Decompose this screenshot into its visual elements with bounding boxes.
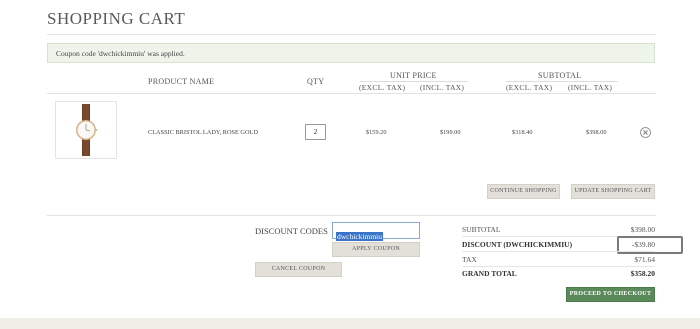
subtotal-divider bbox=[506, 81, 618, 82]
header-sub-incl: (INCL. TAX) bbox=[568, 83, 613, 92]
subtotal-incl: $398.00 bbox=[586, 129, 607, 136]
product-name[interactable]: CLASSIC BRISTOL LADY, ROSE GOLD bbox=[148, 129, 258, 136]
proceed-to-checkout-button[interactable]: PROCEED TO CHECKOUT bbox=[566, 287, 655, 302]
success-message: Coupon code 'dwchickimmiu' was applied. bbox=[47, 43, 655, 63]
subtotal-label: SUBTOTAL bbox=[462, 225, 501, 234]
header-unit-incl: (INCL. TAX) bbox=[420, 83, 465, 92]
header-sub-excl: (EXCL. TAX) bbox=[506, 83, 553, 92]
subtotal-value: $398.00 bbox=[630, 225, 655, 234]
grand-total-value: $358.20 bbox=[630, 269, 655, 278]
discount-code-value: dwchickimmiu bbox=[336, 232, 383, 241]
header-qty: QTY bbox=[307, 77, 325, 86]
unit-price-incl: $199.00 bbox=[440, 129, 461, 136]
tax-label: TAX bbox=[462, 255, 477, 264]
page-footer bbox=[0, 318, 700, 329]
tax-value: $71.64 bbox=[634, 255, 655, 264]
apply-coupon-button[interactable]: APPLY COUPON bbox=[332, 242, 420, 257]
continue-shopping-button[interactable]: CONTINUE SHOPPING bbox=[487, 184, 560, 199]
cart-bottom-divider bbox=[47, 215, 656, 216]
discount-code-input[interactable]: dwchickimmiu bbox=[332, 222, 420, 241]
totals-divider bbox=[462, 266, 655, 267]
grand-total-label: GRAND TOTAL bbox=[462, 269, 517, 278]
quantity-input[interactable]: 2 bbox=[305, 124, 326, 140]
discount-codes-label: DISCOUNT CODES bbox=[255, 226, 328, 236]
header-subtotal: SUBTOTAL bbox=[538, 71, 582, 80]
totals-divider bbox=[462, 251, 655, 252]
unit-price-excl: $159.20 bbox=[366, 129, 387, 136]
header-unit-price: UNIT PRICE bbox=[390, 71, 437, 80]
cancel-coupon-button[interactable]: CANCEL COUPON bbox=[255, 262, 342, 277]
header-row-divider bbox=[47, 93, 656, 94]
header-product-name: PRODUCT NAME bbox=[148, 77, 215, 86]
page-title: SHOPPING CART bbox=[47, 9, 186, 28]
header-unit-excl: (EXCL. TAX) bbox=[359, 83, 406, 92]
title-divider bbox=[47, 34, 656, 35]
unit-price-divider bbox=[360, 81, 468, 82]
subtotal-excl: $318.40 bbox=[512, 129, 533, 136]
discount-label: DISCOUNT (DWCHICKIMMIU) bbox=[462, 240, 573, 249]
update-cart-button[interactable]: UPDATE SHOPPING CART bbox=[571, 184, 655, 199]
watch-product-image[interactable] bbox=[55, 101, 117, 159]
remove-item-icon[interactable] bbox=[640, 125, 651, 138]
